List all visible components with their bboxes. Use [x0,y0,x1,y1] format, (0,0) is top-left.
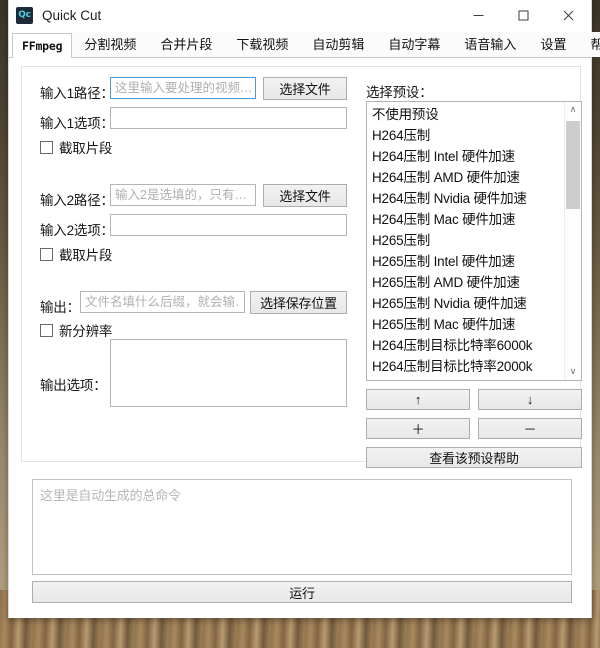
list-item[interactable]: H264压制 Nvidia 硬件加速 [367,188,564,209]
preset-list[interactable]: 不使用预设 H264压制 H264压制 Intel 硬件加速 H264压制 AM… [366,101,582,381]
input2-clip-checkbox[interactable]: 截取片段 [40,244,112,264]
preset-help-button[interactable]: 查看该预设帮助 [366,447,582,468]
application-window: Qc Quick Cut FFmpeg 分割视频 合并片段 下载视频 自动剪辑 … [8,0,600,618]
input1-path-label: 输入1路径： [40,86,114,101]
preset-list-items: 不使用预设 H264压制 H264压制 Intel 硬件加速 H264压制 AM… [367,102,564,380]
output-options-label: 输出选项： [40,378,107,393]
ffmpeg-settings-group: 输入1路径： 选择文件 输入1选项： 截取片段 输入2路径： 选择文件 输入2选… [21,66,582,468]
list-item[interactable]: H265压制 [367,230,564,251]
preset-move-down-button[interactable]: ↓ [478,389,582,410]
preset-scrollbar[interactable]: ∧ ∨ [564,102,581,380]
scrollbar-thumb[interactable] [566,121,580,209]
input1-clip-label: 截取片段 [59,141,113,156]
tab-download-video[interactable]: 下载视频 [224,32,301,57]
tab-bar: FFmpeg 分割视频 合并片段 下载视频 自动剪辑 自动字幕 语音输入 设置 … [9,32,600,58]
input1-browse-button[interactable]: 选择文件 [263,77,347,100]
tab-panel-ffmpeg: 输入1路径： 选择文件 输入1选项： 截取片段 输入2路径： 选择文件 输入2选… [9,58,591,618]
list-item[interactable]: H265压制 Intel 硬件加速 [367,251,564,272]
list-item[interactable]: H264压制目标比特率2000k [367,356,564,377]
input1-path-input[interactable] [110,77,256,99]
input2-path-input[interactable] [110,184,256,206]
window-title: Quick Cut [42,8,102,23]
title-bar: Qc Quick Cut [9,0,591,32]
tab-ffmpeg[interactable]: FFmpeg [12,33,73,58]
tab-help[interactable]: 帮助 [578,32,600,57]
maximize-icon[interactable] [501,0,546,31]
tab-auto-edit[interactable]: 自动剪辑 [300,32,377,57]
preset-move-up-button[interactable]: ↑ [366,389,470,410]
close-icon[interactable] [546,0,591,31]
output-path-input[interactable] [80,291,245,313]
input2-clip-label: 截取片段 [59,248,113,263]
checkbox-box [40,247,53,261]
new-resolution-label: 新分辨率 [59,324,113,339]
checkbox-box [40,140,53,154]
list-item[interactable]: H264压制目标比特率6000k [367,335,564,356]
command-textarea[interactable]: 这里是自动生成的总命令 [32,479,572,575]
run-button[interactable]: 运行 [32,581,572,603]
tab-merge-clips[interactable]: 合并片段 [148,32,225,57]
scroll-down-icon[interactable]: ∨ [565,364,581,380]
preset-add-button[interactable]: ＋ [366,418,470,439]
list-item[interactable]: H265压制 Mac 硬件加速 [367,314,564,335]
preset-select-label: 选择预设： [366,85,433,100]
list-item[interactable]: H265压制 Nvidia 硬件加速 [367,293,564,314]
input1-clip-checkbox[interactable]: 截取片段 [40,137,112,157]
list-item[interactable]: H264压制 [367,125,564,146]
list-item[interactable]: H264压制 AMD 硬件加速 [367,167,564,188]
new-resolution-checkbox[interactable]: 新分辨率 [40,320,112,340]
tab-settings[interactable]: 设置 [528,32,579,57]
input2-options-label: 输入2选项： [40,223,114,238]
output-browse-button[interactable]: 选择保存位置 [250,291,347,314]
input1-options-input[interactable] [110,107,347,129]
list-item[interactable]: 不使用预设 [367,104,564,125]
minimize-icon[interactable] [456,0,501,31]
tab-split-video[interactable]: 分割视频 [72,32,149,57]
output-options-textarea[interactable] [110,339,347,407]
list-item[interactable]: H265压制 AMD 硬件加速 [367,272,564,293]
tab-voice-input[interactable]: 语音输入 [452,32,529,57]
scroll-up-icon[interactable]: ∧ [565,102,581,118]
list-item[interactable]: H264压制 Mac 硬件加速 [367,209,564,230]
checkbox-box [40,323,53,337]
output-label: 输出： [40,300,80,315]
command-group: 这里是自动生成的总命令 运行 [21,470,581,608]
window-controls [456,0,591,31]
preset-remove-button[interactable]: － [478,418,582,439]
input1-options-label: 输入1选项： [40,116,114,131]
input2-browse-button[interactable]: 选择文件 [263,184,347,207]
list-item[interactable]: H264压制 Intel 硬件加速 [367,146,564,167]
input2-options-input[interactable] [110,214,347,236]
app-icon: Qc [16,7,33,24]
tab-auto-subtitle[interactable]: 自动字幕 [376,32,453,57]
input2-path-label: 输入2路径： [40,193,114,208]
